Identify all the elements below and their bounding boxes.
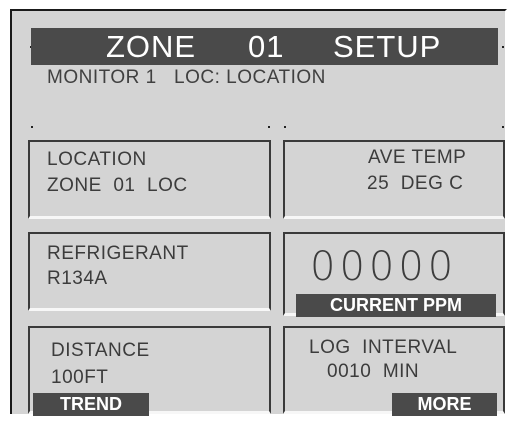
location-value: ZONE 01 LOC (47, 175, 188, 196)
page-title: ZONE 01 SETUP (31, 28, 498, 65)
monitor-location-subtitle: MONITOR 1 LOC: LOCATION (47, 67, 326, 88)
corner-dot (31, 126, 33, 128)
current-ppm-label: CURRENT PPM (296, 294, 496, 317)
log-interval-label: LOG INTERVAL (309, 337, 458, 358)
title-word-zone: ZONE (106, 29, 197, 64)
trend-button[interactable]: TREND (33, 393, 149, 416)
log-interval-value: 0010 MIN (327, 361, 420, 382)
corner-dot (502, 126, 504, 128)
refrigerant-value: R134A (47, 268, 108, 289)
title-word-setup: SETUP (333, 29, 442, 64)
ave-temp-value: 25 DEG C (367, 173, 464, 194)
more-button[interactable]: MORE (392, 393, 497, 416)
distance-label: DISTANCE (51, 340, 150, 361)
corner-dot (284, 126, 286, 128)
distance-value: 100FT (51, 367, 109, 388)
corner-dot (502, 46, 504, 48)
refrigerant-label: REFRIGERANT (47, 243, 189, 264)
corner-dot (268, 126, 270, 128)
ave-temp-label: AVE TEMP (368, 147, 467, 168)
title-word-number: 01 (248, 29, 285, 64)
ppm-reading: 00000 (310, 244, 458, 290)
location-label: LOCATION (47, 149, 147, 170)
